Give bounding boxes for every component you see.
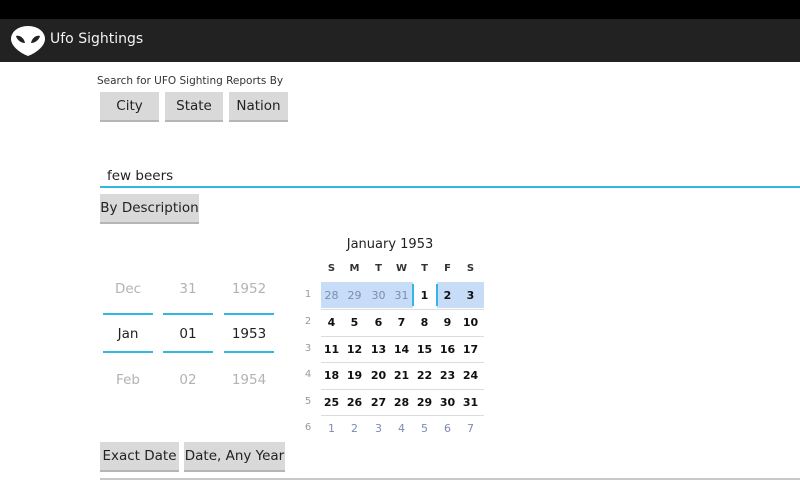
week-number: 4 — [304, 369, 312, 380]
week-number: 6 — [304, 422, 312, 433]
calendar-day[interactable]: 21 — [390, 369, 413, 382]
state-button[interactable]: State — [165, 92, 223, 122]
year-divider-bottom — [224, 351, 274, 353]
calendar-day[interactable]: 20 — [367, 369, 390, 382]
year-divider-top — [224, 313, 274, 315]
calendar-day[interactable]: 4 — [390, 422, 413, 435]
date-any-year-button[interactable]: Date, Any Year — [184, 442, 285, 472]
week-separator — [321, 336, 484, 337]
week-number: 3 — [304, 343, 312, 354]
calendar-day[interactable]: 18 — [320, 369, 343, 382]
action-bar: Ufo Sightings — [0, 19, 800, 62]
status-bar — [0, 0, 800, 19]
week-number: 1 — [304, 289, 312, 300]
month-divider-top — [103, 313, 153, 315]
calendar-day[interactable]: 6 — [367, 316, 390, 329]
calendar-day[interactable]: 7 — [390, 316, 413, 329]
weekday-header: S — [466, 263, 475, 274]
calendar-day[interactable]: 7 — [459, 422, 482, 435]
week-separator — [321, 415, 484, 416]
year-prev[interactable]: 1952 — [211, 281, 287, 297]
month-divider-bottom — [103, 351, 153, 353]
calendar-day[interactable]: 4 — [320, 316, 343, 329]
calendar-day[interactable]: 8 — [413, 316, 436, 329]
year-next[interactable]: 1954 — [211, 372, 287, 388]
calendar-day[interactable]: 24 — [459, 369, 482, 382]
calendar-day[interactable]: 2 — [343, 422, 366, 435]
calendar-day[interactable]: 22 — [413, 369, 436, 382]
calendar-day[interactable]: 28 — [320, 289, 343, 302]
week-separator — [321, 362, 484, 363]
calendar-day[interactable]: 30 — [436, 396, 459, 409]
calendar-day[interactable]: 5 — [413, 422, 436, 435]
calendar-day[interactable]: 10 — [459, 316, 482, 329]
by-description-button[interactable]: By Description — [100, 194, 199, 224]
calendar-day[interactable]: 25 — [320, 396, 343, 409]
day-divider-bottom — [163, 351, 213, 353]
app-title: Ufo Sightings — [50, 31, 144, 47]
weekday-header: F — [444, 263, 451, 274]
calendar-day[interactable]: 14 — [390, 343, 413, 356]
week-number: 5 — [304, 396, 312, 407]
weekday-header: T — [421, 263, 428, 274]
search-by-label: Search for UFO Sighting Reports By — [97, 75, 284, 87]
weekday-header: W — [395, 263, 408, 274]
nation-button[interactable]: Nation — [229, 92, 288, 122]
calendar-day[interactable]: 31 — [390, 289, 413, 302]
calendar-day[interactable]: 3 — [367, 422, 390, 435]
calendar-day[interactable]: 9 — [436, 316, 459, 329]
week-separator — [321, 309, 484, 310]
calendar-day[interactable]: 2 — [436, 289, 459, 302]
week-separator — [321, 389, 484, 390]
calendar-day[interactable]: 17 — [459, 343, 482, 356]
calendar-day[interactable]: 19 — [343, 369, 366, 382]
exact-date-button[interactable]: Exact Date — [100, 442, 179, 472]
description-input-underline — [100, 186, 800, 188]
calendar-day[interactable]: 29 — [413, 396, 436, 409]
calendar-day[interactable]: 31 — [459, 396, 482, 409]
weekday-header: S — [327, 263, 336, 274]
calendar-day[interactable]: 26 — [343, 396, 366, 409]
calendar-day[interactable]: 29 — [343, 289, 366, 302]
calendar-day[interactable]: 11 — [320, 343, 343, 356]
calendar-title: January 1953 — [346, 237, 434, 252]
calendar-day[interactable]: 1 — [413, 289, 436, 302]
year-current[interactable]: 1953 — [211, 326, 287, 342]
calendar-day[interactable]: 12 — [343, 343, 366, 356]
week-number: 2 — [304, 316, 312, 327]
calendar-day[interactable]: 28 — [390, 396, 413, 409]
alien-head-icon[interactable] — [10, 24, 46, 57]
calendar-day[interactable]: 15 — [413, 343, 436, 356]
calendar-day[interactable]: 30 — [367, 289, 390, 302]
calendar-day[interactable]: 23 — [436, 369, 459, 382]
calendar-day[interactable]: 3 — [459, 289, 482, 302]
weekday-header: T — [375, 263, 382, 274]
calendar-day[interactable]: 6 — [436, 422, 459, 435]
calendar-day[interactable]: 13 — [367, 343, 390, 356]
description-input[interactable] — [101, 166, 800, 186]
calendar-day[interactable]: 27 — [367, 396, 390, 409]
calendar-day[interactable]: 1 — [320, 422, 343, 435]
city-button[interactable]: City — [100, 92, 159, 122]
day-divider-top — [163, 313, 213, 315]
calendar-day[interactable]: 5 — [343, 316, 366, 329]
weekday-header: M — [349, 263, 360, 274]
calendar-day[interactable]: 16 — [436, 343, 459, 356]
